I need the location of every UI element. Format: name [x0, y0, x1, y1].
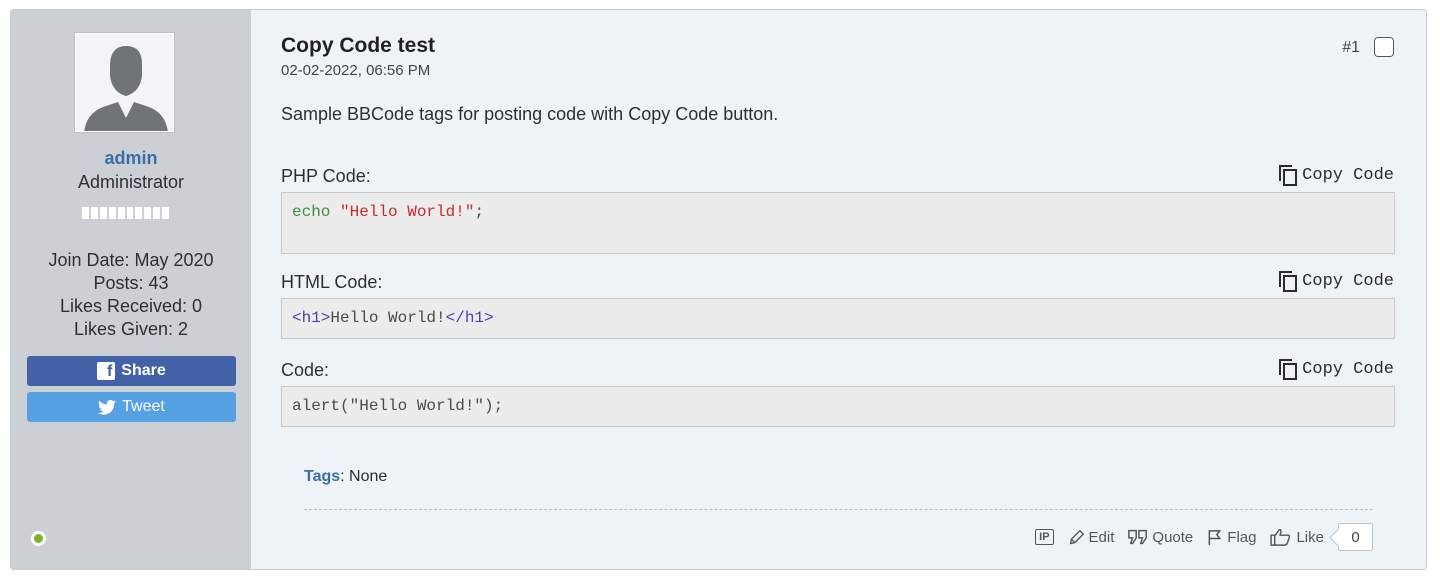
post-content: Copy Code test 02-02-2022, 06:56 PM #1 S… [251, 10, 1426, 569]
avatar[interactable] [75, 33, 174, 132]
html-close-tag: </h1> [445, 309, 494, 327]
like-label: Like [1296, 528, 1324, 546]
rank-bar [82, 207, 170, 219]
post-select-checkbox[interactable] [1374, 37, 1394, 57]
copy-icon [1279, 359, 1298, 380]
generic-code-box[interactable]: alert("Hello World!"); [281, 386, 1395, 427]
html-code-box[interactable]: <h1>Hello World!</h1> [281, 298, 1395, 339]
php-string: "Hello World!" [340, 203, 475, 221]
copy-code-button[interactable]: Copy Code [1278, 164, 1394, 186]
twitter-bird-icon [98, 399, 117, 415]
copy-icon [1279, 165, 1298, 186]
online-status-indicator [31, 531, 46, 546]
user-stats: Join Date: May 2020 Posts: 43 Likes Rece… [11, 249, 251, 341]
join-date: Join Date: May 2020 [48, 250, 214, 270]
post-title: Copy Code test [281, 34, 436, 57]
thumbs-up-icon [1270, 528, 1291, 546]
edit-button[interactable]: Edit [1068, 528, 1115, 546]
quote-icon [1128, 529, 1148, 545]
post-count: Posts: 43 [93, 273, 169, 293]
ip-icon: IP [1035, 529, 1054, 545]
post-tags: Tags: None [304, 468, 387, 486]
html-code-label: HTML Code: [281, 272, 383, 292]
copy-code-label: Copy Code [1302, 271, 1394, 291]
share-label: Share [121, 362, 166, 379]
default-avatar-icon [76, 34, 173, 131]
flag-button[interactable]: Flag [1207, 529, 1256, 546]
copy-code-button[interactable]: Copy Code [1278, 270, 1394, 292]
post-container: admin Administrator Join Date: May 2020 … [10, 9, 1427, 570]
php-semicolon: ; [474, 203, 485, 221]
copy-icon [1279, 271, 1298, 292]
flag-icon [1208, 529, 1222, 545]
html-content: Hello World! [330, 309, 446, 327]
flag-label: Flag [1227, 528, 1257, 546]
tweet-button[interactable]: Tweet [27, 392, 236, 422]
tags-label[interactable]: Tags [304, 468, 340, 485]
quote-button[interactable]: Quote [1128, 529, 1193, 546]
code-label: Code: [281, 360, 330, 380]
post-actions: IP Edit Quote Flag Like 0 [1035, 523, 1373, 551]
post-body-text: Sample BBCode tags for posting code with… [281, 104, 779, 124]
php-code-box[interactable]: echo "Hello World!"; [281, 192, 1395, 254]
php-echo: echo [292, 203, 331, 221]
copy-code-button[interactable]: Copy Code [1278, 358, 1394, 380]
user-sidebar: admin Administrator Join Date: May 2020 … [11, 10, 265, 569]
ip-button[interactable]: IP [1035, 529, 1054, 545]
user-title: Administrator [77, 172, 185, 192]
like-button[interactable]: Like [1270, 528, 1324, 546]
generic-code-text: alert("Hello World!"); [292, 397, 504, 415]
php-code-label: PHP Code: [281, 166, 371, 186]
like-count-badge: 0 [1338, 523, 1373, 551]
post-date: 02-02-2022, 06:56 PM [281, 62, 431, 79]
username-link[interactable]: admin [11, 148, 251, 169]
tags-value: : None [340, 468, 388, 485]
copy-code-label: Copy Code [1302, 359, 1394, 379]
facebook-icon: f [97, 362, 116, 380]
facebook-share-button[interactable]: f Share [27, 356, 236, 386]
html-open-tag: <h1> [292, 309, 331, 327]
tweet-label: Tweet [122, 398, 165, 415]
likes-given: Likes Given: 2 [73, 319, 189, 339]
quote-label: Quote [1152, 528, 1194, 546]
copy-code-label: Copy Code [1302, 165, 1394, 185]
edit-label: Edit [1088, 528, 1115, 546]
post-number-link[interactable]: #1 [1342, 39, 1360, 57]
footer-divider [304, 509, 1373, 510]
likes-received: Likes Received: 0 [59, 296, 203, 316]
pencil-icon [1069, 529, 1084, 544]
